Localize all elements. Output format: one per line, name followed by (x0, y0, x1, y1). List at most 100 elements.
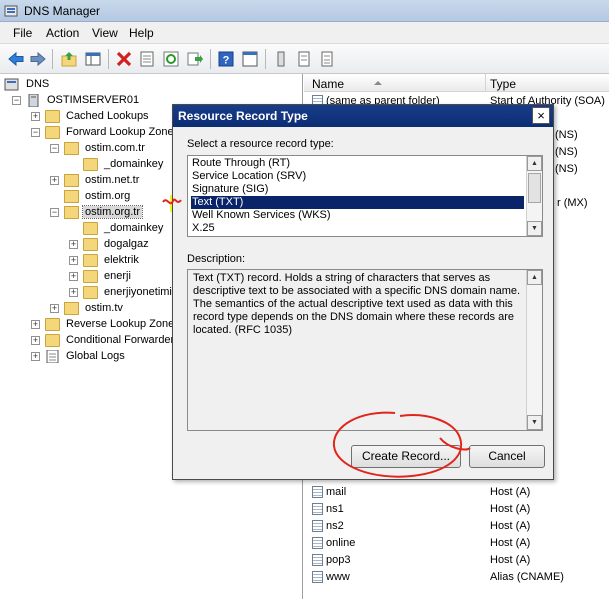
console-icon[interactable] (241, 50, 259, 68)
expand-icon[interactable]: + (69, 288, 78, 297)
expand-icon[interactable]: + (69, 256, 78, 265)
back-arrow-icon[interactable] (7, 50, 25, 68)
tree-label: ostim.net.tr (85, 174, 140, 186)
folder-icon (45, 334, 60, 347)
sort-ascending-icon (374, 81, 382, 85)
zone-icon (64, 174, 79, 187)
close-icon[interactable]: × (532, 107, 550, 124)
expand-icon[interactable]: + (31, 336, 40, 345)
up-folder-icon[interactable] (60, 50, 78, 68)
tree-label: elektrik (104, 254, 139, 266)
description-scrollbar[interactable]: ▲ ▼ (526, 270, 542, 430)
menu-view[interactable]: View (92, 26, 118, 40)
tree-label: DNS (26, 78, 50, 90)
record-type: (NS) (555, 163, 578, 175)
tree-label: OSTIMSERVER01 (47, 94, 140, 106)
record-type: Host (A) (490, 520, 531, 532)
expand-icon[interactable]: + (50, 304, 59, 313)
properties-icon[interactable] (138, 50, 156, 68)
tree-label: enerjiyonetimi (104, 286, 172, 298)
tree-label: dogalgaz (104, 238, 149, 250)
list-header: Name Type (304, 74, 609, 92)
forward-arrow-icon[interactable] (29, 50, 47, 68)
expand-icon[interactable]: + (31, 320, 40, 329)
zone-icon (64, 302, 79, 315)
collapse-icon[interactable]: − (31, 128, 40, 137)
list-item[interactable]: Service Location (SRV) (191, 170, 524, 183)
delete-icon[interactable] (115, 50, 133, 68)
tree-label: _domainkey (104, 158, 164, 170)
expand-icon[interactable]: + (50, 176, 59, 185)
list-item[interactable]: Signature (SIG) (191, 183, 524, 196)
record2-icon[interactable] (295, 50, 313, 68)
export-icon[interactable] (186, 50, 204, 68)
tree-label: _domainkey (104, 222, 164, 234)
help-icon[interactable]: ? (217, 50, 235, 68)
menu-action[interactable]: Action (46, 26, 79, 40)
create-record-button[interactable]: Create Record... (351, 445, 461, 468)
folder-icon (83, 238, 98, 251)
menu-help[interactable]: Help (129, 26, 154, 40)
record-type: Host (A) (490, 537, 531, 549)
list-item[interactable]: online Host (A) (304, 535, 609, 552)
dialog-title: Resource Record Type (178, 109, 308, 123)
collapse-icon[interactable]: − (12, 96, 21, 105)
record-type: Host (A) (490, 554, 531, 566)
cancel-button[interactable]: Cancel (469, 445, 545, 468)
tree-label: ostim.org (85, 190, 131, 202)
record-icon[interactable] (272, 50, 290, 68)
list-item[interactable]: Well Known Services (WKS) (191, 209, 524, 222)
record-name: online (326, 537, 356, 549)
tree-node-dns[interactable]: DNS (4, 77, 124, 93)
menu-file[interactable]: File (13, 26, 32, 40)
list-item-selected[interactable]: Text (TXT) (191, 196, 524, 209)
description-box: Text (TXT) record. Holds a string of cha… (187, 269, 543, 431)
title-bar: DNS Manager (0, 0, 609, 22)
record3-icon[interactable] (318, 50, 336, 68)
record-name: ns1 (326, 503, 344, 515)
scroll-up-icon[interactable]: ▲ (527, 270, 542, 285)
record-type: (NS) (555, 146, 578, 158)
list-item[interactable]: pop3 Host (A) (304, 552, 609, 569)
refresh-icon[interactable] (162, 50, 180, 68)
column-header-name[interactable]: Name (312, 77, 344, 91)
listbox-scrollbar[interactable]: ▲ ▼ (526, 156, 542, 236)
record-type: (NS) (555, 129, 578, 141)
list-item[interactable]: www Alias (CNAME) (304, 569, 609, 586)
record-icon (312, 537, 323, 549)
show-hide-tree-icon[interactable] (84, 50, 102, 68)
server-icon (28, 94, 39, 107)
folder-icon (45, 318, 60, 331)
scroll-thumb[interactable] (528, 173, 541, 203)
folder-icon (45, 126, 60, 139)
tree-label: enerji (104, 270, 131, 282)
description-label: Description: (187, 253, 246, 265)
zone-icon (64, 206, 79, 219)
list-item[interactable]: ns2 Host (A) (304, 518, 609, 535)
log-icon (46, 350, 59, 363)
record-type: Host (A) (490, 486, 531, 498)
record-name: www (326, 571, 350, 583)
list-item[interactable]: mail Host (A) (304, 484, 609, 501)
expand-icon[interactable]: + (69, 272, 78, 281)
dns-icon (4, 78, 19, 91)
scroll-down-icon[interactable]: ▼ (527, 415, 542, 430)
list-item[interactable]: Route Through (RT) (191, 157, 524, 170)
folder-icon (83, 222, 98, 235)
list-item[interactable]: ns1 Host (A) (304, 501, 609, 518)
expand-icon[interactable]: + (69, 240, 78, 249)
dialog-title-bar: Resource Record Type × (173, 105, 553, 127)
collapse-icon[interactable]: − (50, 208, 59, 217)
list-item[interactable]: X.25 (191, 222, 524, 235)
expand-icon[interactable]: + (31, 352, 40, 361)
window-title: DNS Manager (24, 4, 101, 18)
scroll-down-icon[interactable]: ▼ (527, 221, 542, 236)
record-type-listbox[interactable]: Route Through (RT) Service Location (SRV… (187, 155, 543, 237)
collapse-icon[interactable]: − (50, 144, 59, 153)
expand-icon[interactable]: + (31, 112, 40, 121)
scroll-up-icon[interactable]: ▲ (527, 156, 542, 171)
dns-manager-icon (4, 5, 18, 17)
resource-record-type-dialog: Resource Record Type × Select a resource… (172, 104, 554, 480)
column-header-type[interactable]: Type (490, 77, 516, 91)
zone-icon (64, 142, 79, 155)
